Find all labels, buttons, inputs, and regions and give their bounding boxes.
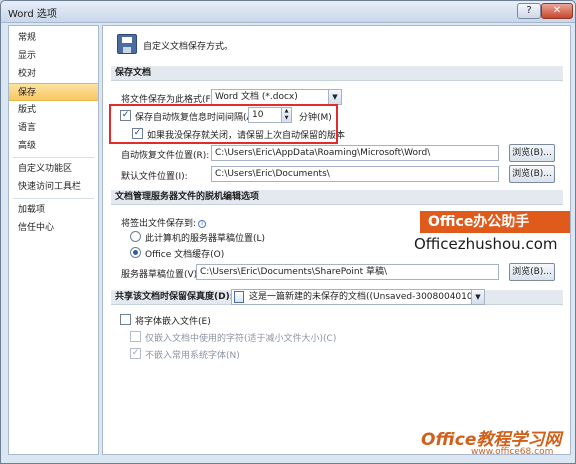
save-format-value: Word 文档 (*.docx)	[215, 92, 298, 102]
sidebar-item-trust-center[interactable]: 信任中心	[9, 219, 98, 237]
embed-fonts-label: 将字体嵌入文件(E)	[135, 317, 211, 327]
checkout-save-text: 将签出文件保存到:	[121, 219, 197, 229]
word-options-dialog: Word 选项 ? ✕ 常规 显示 校对 保存 版式 语言 高级 自定义功能区 …	[0, 0, 576, 464]
office-cache-radio[interactable]	[130, 247, 141, 258]
sidebar-item-proofing[interactable]: 校对	[9, 65, 98, 83]
help-button[interactable]: ?	[517, 3, 541, 19]
watermark-brand: Office办公助手	[420, 211, 570, 233]
embed-used-only-checkbox[interactable]	[130, 331, 141, 342]
autorecover-location-value: C:\Users\Eric\AppData\Roaming\Microsoft\…	[215, 148, 431, 158]
sidebar-item-display[interactable]: 显示	[9, 47, 98, 65]
sidebar-item-quick-access[interactable]: 快速访问工具栏	[9, 178, 98, 196]
chevron-down-icon: ▼	[328, 90, 341, 104]
info-icon: i	[198, 219, 207, 228]
office-cache-label: Office 文档缓存(O)	[145, 250, 225, 260]
autorecover-location-label: 自动恢复文件位置(R):	[121, 151, 210, 161]
sidebar-item-advanced[interactable]: 高级	[9, 137, 98, 155]
default-location-label: 默认文件位置(I):	[121, 172, 188, 182]
chevron-down-icon: ▼	[471, 290, 484, 304]
browse-autorecover-button[interactable]: 浏览(B)...	[509, 144, 555, 162]
server-drafts-radio[interactable]	[130, 231, 141, 242]
sidebar-divider	[13, 157, 94, 158]
embed-fonts-checkbox[interactable]	[120, 314, 131, 325]
close-button[interactable]: ✕	[541, 3, 573, 19]
section-offline-editing: 文档管理服务器文件的脱机编辑选项	[111, 190, 563, 205]
sidebar-item-addins[interactable]: 加载项	[9, 201, 98, 219]
server-drafts-location-label: 服务器草稿位置(V):	[121, 270, 201, 280]
browse-default-button[interactable]: 浏览(B)...	[509, 165, 555, 183]
sidebar-item-layout[interactable]: 版式	[9, 101, 98, 119]
no-common-fonts-label: 不嵌入常用系统字体(N)	[145, 351, 240, 361]
section-save-documents: 保存文档	[111, 66, 563, 81]
no-common-fonts-checkbox[interactable]: ✓	[130, 348, 141, 359]
fidelity-document-dropdown[interactable]: 这是一篇新建的未保存的文档((Unsaved-30080040107237...…	[231, 289, 485, 305]
title-bar: Word 选项 ? ✕	[1, 1, 575, 23]
embed-used-only-label: 仅嵌入文档中使用的字符(适于减小文件大小)(C)	[145, 334, 337, 344]
preserve-fidelity-label: 共享该文档时保留保真度(D):	[115, 292, 234, 302]
sidebar-item-language[interactable]: 语言	[9, 119, 98, 137]
sidebar-item-customize-ribbon[interactable]: 自定义功能区	[9, 160, 98, 178]
options-sidebar: 常规 显示 校对 保存 版式 语言 高级 自定义功能区 快速访问工具栏 加载项 …	[8, 25, 99, 455]
sidebar-divider	[13, 198, 94, 199]
document-icon	[234, 291, 244, 303]
checkout-save-label: 将签出文件保存到: i	[121, 216, 207, 229]
sidebar-item-general[interactable]: 常规	[9, 29, 98, 47]
watermark-bottom-url: www.office68.com	[471, 447, 554, 457]
server-drafts-location-value: C:\Users\Eric\Documents\SharePoint 草稿\	[200, 267, 388, 277]
watermark-url: Officezhushou.com	[414, 235, 558, 253]
default-location-input[interactable]: C:\Users\Eric\Documents\	[211, 166, 499, 182]
page-description: 自定义文档保存方式。	[143, 42, 234, 52]
default-location-value: C:\Users\Eric\Documents\	[215, 169, 330, 179]
autorecover-location-input[interactable]: C:\Users\Eric\AppData\Roaming\Microsoft\…	[211, 145, 499, 161]
server-drafts-location-input[interactable]: C:\Users\Eric\Documents\SharePoint 草稿\	[196, 264, 499, 280]
window-title: Word 选项	[8, 9, 57, 20]
save-format-dropdown[interactable]: Word 文档 (*.docx) ▼	[211, 89, 342, 105]
server-drafts-label: 此计算机的服务器草稿位置(L)	[145, 234, 266, 244]
sidebar-item-save[interactable]: 保存	[9, 83, 98, 101]
browse-drafts-button[interactable]: 浏览(B)...	[509, 263, 555, 281]
fidelity-document-value: 这是一篇新建的未保存的文档((Unsaved-30080040107237...	[249, 292, 485, 302]
annotation-highlight-box	[109, 104, 338, 144]
save-icon	[117, 34, 137, 54]
